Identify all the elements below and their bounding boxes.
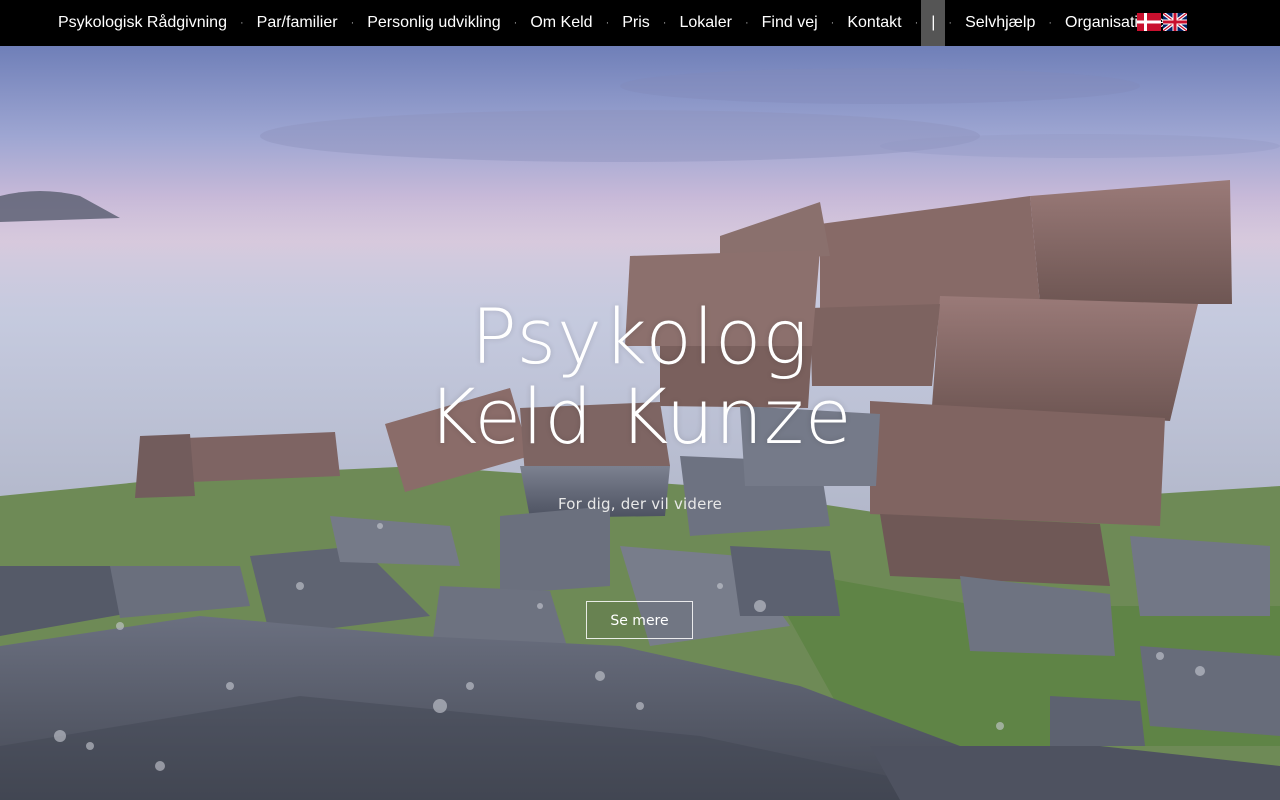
see-more-button[interactable]: Se mere	[586, 601, 693, 639]
nav-separator: ·	[744, 17, 749, 29]
nav-item-lokaler: Lokaler	[669, 0, 741, 46]
nav-item-selvhjaelp: Selvhjælp	[955, 0, 1045, 46]
nav-separator: ·	[914, 17, 919, 29]
nav-separator: ·	[662, 17, 667, 29]
nav-link-kontakt[interactable]: Kontakt	[837, 0, 911, 46]
top-navbar: Psykologisk Rådgivning · Par/familier · …	[0, 0, 1280, 46]
hero-title: Psykolog Keld Kunze	[0, 291, 1280, 461]
nav-separator: ·	[830, 17, 835, 29]
hero-subtitle: For dig, der vil videre	[557, 495, 723, 513]
nav-menu: Psykologisk Rådgivning · Par/familier · …	[48, 0, 1180, 46]
nav-item-om-keld: Om Keld	[520, 0, 602, 46]
danish-flag-icon[interactable]	[1137, 13, 1161, 31]
nav-separator: ·	[513, 17, 518, 29]
nav-link-find-vej[interactable]: Find vej	[752, 0, 828, 46]
nav-separator: ·	[605, 17, 610, 29]
nav-item-divider: |	[921, 0, 946, 46]
nav-item-personlig-udvikling: Personlig udvikling	[357, 0, 510, 46]
nav-item-par-familier: Par/familier	[247, 0, 348, 46]
nav-link-psykologisk-raadgivning[interactable]: Psykologisk Rådgivning	[48, 0, 237, 46]
nav-link-selvhjaelp[interactable]: Selvhjælp	[955, 0, 1045, 46]
nav-item-find-vej: Find vej	[752, 0, 828, 46]
nav-link-lokaler[interactable]: Lokaler	[669, 0, 741, 46]
hero-title-line-1: Psykolog	[470, 291, 810, 381]
nav-link-par-familier[interactable]: Par/familier	[247, 0, 348, 46]
nav-link-personlig-udvikling[interactable]: Personlig udvikling	[357, 0, 510, 46]
hero-title-line-2: Keld Kunze	[427, 371, 853, 461]
nav-item-kontakt: Kontakt	[837, 0, 911, 46]
nav-link-pris[interactable]: Pris	[612, 0, 660, 46]
nav-separator: ·	[239, 17, 244, 29]
hero-section: Psykolog Keld Kunze For dig, der vil vid…	[0, 46, 1280, 800]
nav-separator: ·	[1048, 17, 1053, 29]
nav-link-om-keld[interactable]: Om Keld	[520, 0, 602, 46]
english-flag-icon[interactable]	[1163, 13, 1187, 31]
nav-item-pris: Pris	[612, 0, 660, 46]
nav-link-divider-active[interactable]: |	[921, 0, 946, 46]
language-switcher	[1137, 13, 1187, 31]
nav-item-psykologisk-raadgivning: Psykologisk Rådgivning	[48, 0, 237, 46]
nav-separator: ·	[948, 17, 953, 29]
nav-separator: ·	[350, 17, 355, 29]
